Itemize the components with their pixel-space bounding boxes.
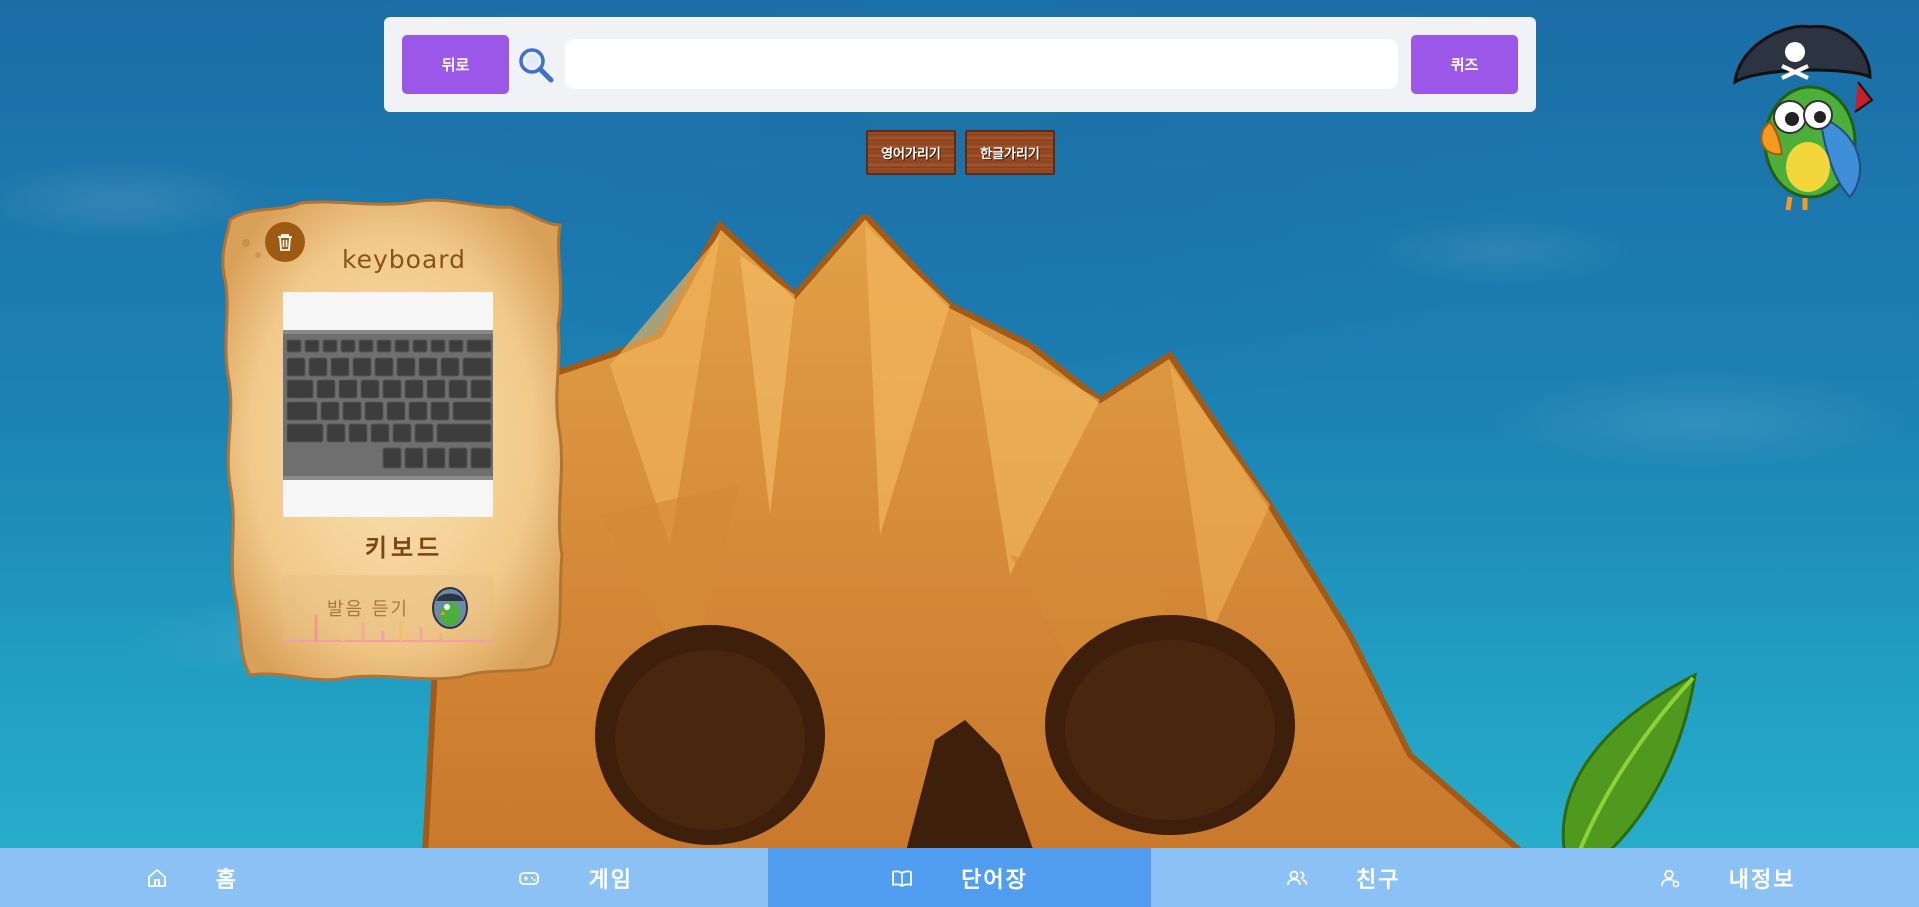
quiz-button[interactable]: 퀴즈	[1411, 35, 1518, 94]
nav-item-profile[interactable]: 내정보	[1535, 848, 1919, 907]
pirate-parrot-mascot	[1733, 24, 1874, 211]
keyboard-photo	[283, 292, 493, 517]
nav-label-wordbook: 단어장	[961, 867, 1028, 893]
nav-item-home[interactable]: 홈	[0, 848, 384, 907]
word-korean: 키보드	[364, 534, 444, 562]
nav-label-game: 게임	[588, 867, 633, 893]
listen-label: 발음 듣기	[327, 599, 409, 620]
home-icon	[147, 868, 166, 887]
user-icon	[1660, 869, 1680, 887]
bottom-nav: 홈 게임 단어장 친구 내정보	[0, 848, 1919, 907]
search-icon[interactable]	[516, 45, 556, 85]
hide-english-button[interactable]: 영어가리기	[866, 130, 956, 175]
nav-item-friends[interactable]: 친구	[1151, 848, 1535, 907]
search-bar: 뒤로 퀴즈	[384, 17, 1536, 112]
friends-icon	[1287, 870, 1308, 885]
word-card: keyboard 키보드 발음 듣기	[210, 195, 565, 685]
back-button[interactable]: 뒤로	[402, 35, 509, 94]
palm-leaf-illustration	[1561, 672, 1697, 855]
nav-item-wordbook[interactable]: 단어장	[767, 848, 1152, 907]
nav-label-home: 홈	[215, 867, 239, 893]
nav-label-profile: 내정보	[1728, 867, 1796, 893]
hide-korean-button[interactable]: 한글가리기	[965, 130, 1055, 175]
search-input[interactable]	[565, 39, 1398, 89]
word-image	[283, 292, 493, 517]
word-english: keyboard	[342, 245, 466, 274]
book-icon	[892, 869, 913, 887]
nav-label-friends: 친구	[1356, 867, 1401, 893]
gamepad-icon	[519, 871, 540, 885]
parrot-avatar-icon	[432, 587, 468, 629]
nav-item-game[interactable]: 게임	[384, 848, 768, 907]
listen-pronunciation-button[interactable]: 발음 듣기	[283, 575, 493, 643]
skull-island-illustration	[421, 215, 1530, 855]
